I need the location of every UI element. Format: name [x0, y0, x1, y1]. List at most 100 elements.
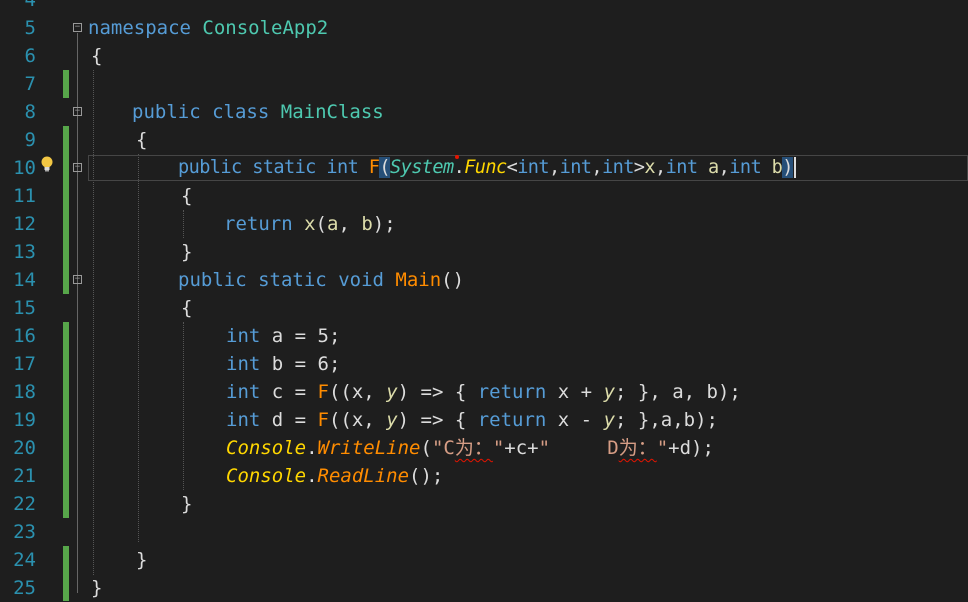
punct: , [591, 157, 602, 178]
keyword: int [226, 409, 261, 431]
keyword: int [665, 157, 698, 178]
code-text: a = 5; [260, 325, 341, 347]
punct: . [306, 465, 318, 487]
method-name: WriteLine [317, 437, 421, 459]
collapse-namespace-button[interactable] [73, 23, 82, 32]
punct: , [655, 157, 666, 178]
change-bar [63, 322, 69, 518]
paren-highlight: ) [782, 157, 793, 178]
code-line-15: { [181, 294, 192, 322]
string-literal: "C为：" [432, 437, 504, 459]
class-name: MainClass [280, 101, 384, 123]
punct: , [548, 157, 560, 178]
code-line-17: int b = 6; [226, 350, 340, 378]
change-bar [63, 70, 69, 98]
keyword: public [132, 101, 201, 123]
code-text: ((x, [328, 409, 387, 431]
parameter: a [327, 213, 339, 235]
code-line-25: } [91, 574, 102, 602]
brace: { [91, 45, 103, 67]
dot-text: . [453, 157, 465, 178]
namespace-name: ConsoleApp2 [202, 17, 329, 39]
text-cursor [793, 157, 796, 178]
punct: > [633, 157, 645, 178]
keyword: class [212, 101, 270, 123]
method-name: F [317, 381, 329, 403]
line-number: 16 [13, 325, 36, 347]
line-number: 4 [24, 0, 36, 11]
punct: () [441, 269, 465, 291]
code-line-11: { [181, 182, 192, 210]
keyword: namespace [88, 17, 191, 39]
code-text: ((x, [328, 381, 387, 403]
punct: ( [420, 437, 432, 459]
method-name: Main [395, 269, 442, 291]
code-line-6: { [91, 42, 102, 70]
parameter: a [708, 157, 719, 178]
string-part: "C [431, 437, 455, 459]
line-number: 21 [13, 465, 36, 487]
punct: , [718, 157, 730, 178]
change-bar [63, 126, 69, 294]
line-number: 5 [24, 17, 36, 39]
collapse-method-f-button[interactable] [73, 163, 82, 172]
code-line-21: Console.ReadLine(); [226, 462, 443, 490]
code-text: ; }, a, b); [615, 381, 741, 403]
punct: ); [372, 213, 396, 235]
code-line-8: public class MainClass [132, 98, 384, 126]
lightbulb-icon[interactable] [39, 155, 55, 173]
brace: } [181, 493, 193, 515]
parameter: y [603, 381, 616, 403]
brace: { [181, 185, 193, 207]
line-number: 9 [24, 129, 36, 151]
method-name: F [368, 157, 380, 178]
parameter: y [603, 409, 616, 431]
string-part: " [656, 437, 669, 459]
code-text: x + [546, 381, 604, 403]
code-line-9: { [136, 126, 147, 154]
keyword: public [178, 269, 247, 291]
keyword: public [178, 157, 242, 178]
error-marker [454, 155, 459, 159]
line-number: 24 [13, 549, 36, 571]
code-line-10: public static int F(System. Func<int,int,… [178, 154, 796, 182]
keyword: int [517, 157, 549, 178]
line-number: 20 [13, 437, 36, 459]
parameter: y [386, 409, 398, 431]
code-line-19: int d = F((x, y) => { return x - y; },a,… [226, 406, 718, 434]
line-number: 15 [13, 297, 36, 319]
parameter: b [361, 213, 373, 235]
indent-guide [138, 154, 139, 542]
brace: } [91, 577, 103, 599]
line-number: 8 [24, 101, 36, 123]
parameter: x [304, 213, 316, 235]
code-text: ) => { [397, 381, 478, 403]
type-name: Func [464, 157, 507, 178]
class-name: Console [226, 465, 307, 487]
code-text: ) => { [397, 409, 478, 431]
line-number: 23 [13, 521, 36, 543]
keyword: int [226, 353, 261, 375]
collapse-method-main-button[interactable] [73, 275, 82, 284]
line-number: 18 [13, 381, 36, 403]
namespace-name: System [390, 157, 454, 178]
line-number: 13 [13, 241, 36, 263]
string-literal: " D为：" [539, 437, 669, 459]
punct: < [506, 157, 518, 178]
punct: , [338, 213, 362, 235]
spell-error: 为： [618, 437, 657, 459]
keyword: static [252, 157, 316, 178]
line-number: 6 [24, 45, 36, 67]
code-text: ; },a,b); [615, 409, 718, 431]
line-number: 17 [13, 353, 36, 375]
code-text: +c+ [504, 437, 539, 459]
line-number: 22 [13, 493, 36, 515]
indent-guide [183, 210, 184, 238]
code-line-16: int a = 5; [226, 322, 340, 350]
parameter: x [644, 157, 656, 178]
code-line-18: int c = F((x, y) => { return x + y; }, a… [226, 378, 741, 406]
brace: } [181, 241, 193, 263]
collapse-class-button[interactable] [73, 107, 82, 116]
indent-guide [183, 322, 184, 490]
spell-error: 为： [454, 437, 493, 459]
